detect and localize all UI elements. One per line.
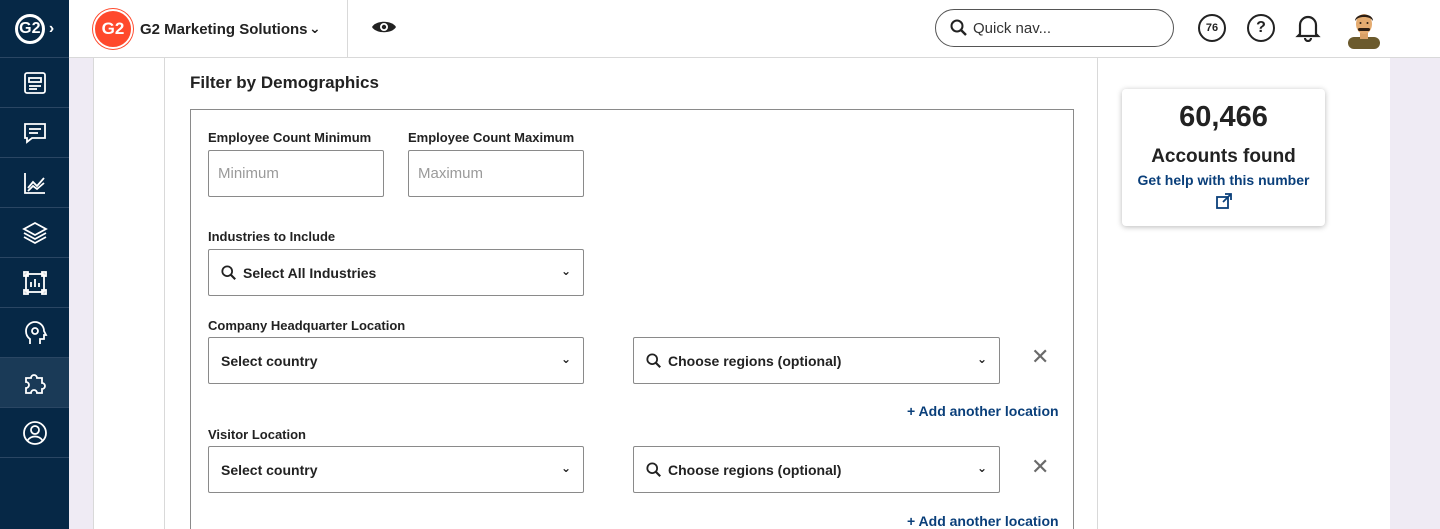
eye-icon[interactable] [371, 17, 397, 42]
brand-switcher[interactable]: G2 G2 Marketing Solutions [93, 9, 308, 49]
sidebar-item-dashboard[interactable] [0, 58, 69, 108]
remove-visitor-location-button[interactable]: ✕ [1031, 454, 1049, 480]
visitor-country-select[interactable]: Select country ⌄ [208, 446, 584, 493]
section-title: Filter by Demographics [190, 73, 379, 92]
sidebar-nav: G2 › [0, 0, 69, 529]
chevron-down-icon: ⌄ [560, 461, 571, 475]
search-icon [646, 352, 661, 368]
remove-hq-location-button[interactable]: ✕ [1031, 344, 1049, 370]
bell-icon[interactable] [1295, 12, 1321, 47]
visitor-regions-select[interactable]: Choose regions (optional) ⌄ [633, 446, 1000, 493]
accounts-found-label: Accounts found [1151, 146, 1296, 167]
sidebar-item-intent[interactable] [0, 308, 69, 358]
chevron-down-icon[interactable]: ⌄ [309, 20, 321, 37]
sidebar-item-layers[interactable] [0, 208, 69, 258]
help-number-link[interactable]: Get help with this number [1122, 172, 1325, 188]
hq-country-value: Select country [221, 352, 318, 369]
avatar[interactable] [1345, 9, 1383, 49]
g2-logo-text: G2 [19, 19, 41, 37]
help-icon[interactable]: ? [1247, 14, 1275, 42]
puzzle-icon [24, 373, 46, 394]
employee-min-label: Employee Count Minimum [208, 130, 372, 145]
industries-select[interactable]: Select All Industries ⌄ [208, 249, 584, 296]
sidebar-item-chat[interactable] [0, 108, 69, 158]
chevron-down-icon: ⌄ [560, 352, 571, 366]
g2-logo-toggle[interactable]: G2 › [0, 0, 69, 58]
visitor-regions-value: Choose regions (optional) [668, 461, 842, 478]
visitor-location-label: Visitor Location [208, 427, 306, 442]
add-visitor-location-link[interactable]: + Add another location [907, 513, 1059, 529]
sidebar-item-reports[interactable] [0, 258, 69, 308]
results-panel: 60,466 Accounts found Get help with this… [1098, 58, 1390, 529]
accounts-found-card: 60,466 Accounts found Get help with this… [1122, 89, 1325, 226]
demographics-filter-panel: Employee Count Minimum Employee Count Ma… [190, 109, 1074, 529]
external-link-icon[interactable] [1122, 192, 1325, 215]
sidebar-item-analytics[interactable] [0, 158, 69, 208]
hq-location-label: Company Headquarter Location [208, 318, 406, 333]
hq-country-select[interactable]: Select country ⌄ [208, 337, 584, 384]
head-icon [24, 320, 47, 344]
content-divider [164, 58, 165, 529]
hq-regions-value: Choose regions (optional) [668, 352, 842, 369]
employee-max-label: Employee Count Maximum [408, 130, 575, 145]
search-icon [950, 19, 967, 36]
sidebar-item-account[interactable] [0, 408, 69, 458]
layers-icon [21, 221, 48, 244]
quick-nav-input[interactable] [973, 19, 1143, 37]
chevron-right-icon: › [48, 19, 55, 37]
topbar-divider [347, 0, 348, 58]
brand-name: G2 Marketing Solutions [140, 20, 308, 38]
chart-icon [23, 172, 45, 194]
search-icon [221, 264, 236, 280]
chevron-down-icon: ⌄ [976, 352, 987, 366]
sidebar-item-integrations[interactable] [0, 358, 69, 408]
chevron-down-icon: ⌄ [560, 264, 571, 278]
dashboard-icon [23, 71, 46, 94]
chat-icon [23, 122, 46, 144]
quick-nav-search[interactable] [935, 9, 1174, 47]
employee-max-input[interactable] [408, 150, 584, 197]
industries-label: Industries to Include [208, 229, 336, 244]
main-content: Filter by Demographics Employee Count Mi… [93, 58, 1098, 529]
industries-select-value: Select All Industries [243, 264, 377, 281]
report-icon [22, 270, 47, 295]
chevron-down-icon: ⌄ [976, 461, 987, 475]
add-hq-location-link[interactable]: + Add another location [907, 403, 1059, 419]
top-bar: G2 G2 Marketing Solutions ⌄ 76 ? [69, 0, 1440, 58]
user-circle-icon [22, 420, 47, 445]
employee-min-input[interactable] [208, 150, 384, 197]
search-icon [646, 461, 661, 477]
hq-regions-select[interactable]: Choose regions (optional) ⌄ [633, 337, 1000, 384]
g2-brand-logo: G2 [93, 9, 133, 49]
accounts-count: 60,466 [1179, 101, 1268, 133]
score-badge[interactable]: 76 [1198, 14, 1226, 42]
g2-logo-icon: G2 [14, 13, 45, 44]
visitor-country-value: Select country [221, 461, 318, 478]
